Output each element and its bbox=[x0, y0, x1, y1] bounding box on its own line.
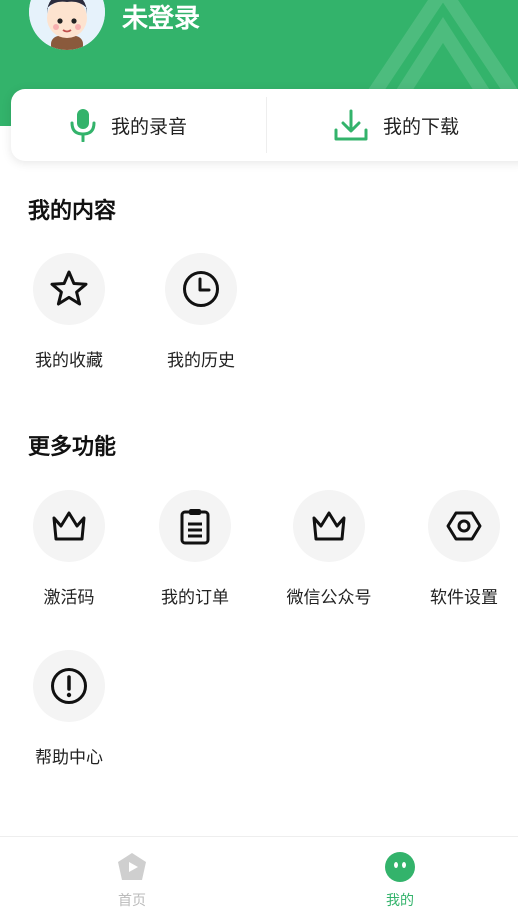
clipboard-icon bbox=[180, 509, 210, 545]
favorites-label: 我的收藏 bbox=[35, 351, 103, 371]
crown-icon bbox=[52, 511, 86, 541]
crown-icon bbox=[312, 511, 346, 541]
bottom-tab-bar: 首页 我的 bbox=[0, 836, 518, 912]
activation-code-icon-wrap bbox=[33, 490, 105, 562]
quick-actions-divider bbox=[266, 97, 267, 153]
my-downloads-label: 我的下载 bbox=[383, 115, 460, 138]
wechat-official-account-icon-wrap bbox=[293, 490, 365, 562]
avatar-face-icon bbox=[29, 0, 105, 50]
my-orders-item[interactable]: 我的订单 bbox=[130, 490, 260, 608]
microphone-icon bbox=[70, 109, 96, 142]
my-recordings-label: 我的录音 bbox=[111, 115, 188, 138]
software-settings-label: 软件设置 bbox=[430, 588, 498, 608]
tab-home[interactable]: 首页 bbox=[92, 851, 172, 910]
activation-code-item[interactable]: 激活码 bbox=[4, 490, 134, 608]
help-center-item[interactable]: 帮助中心 bbox=[4, 650, 134, 768]
home-play-icon bbox=[118, 853, 146, 880]
hexagon-settings-icon bbox=[446, 511, 482, 541]
more-features-title: 更多功能 bbox=[28, 435, 117, 460]
username-label[interactable]: 未登录 bbox=[122, 0, 200, 35]
help-center-icon-wrap bbox=[33, 650, 105, 722]
my-content-title: 我的内容 bbox=[28, 199, 117, 224]
tab-mine-label: 我的 bbox=[386, 893, 414, 909]
tab-mine[interactable]: 我的 bbox=[360, 851, 440, 910]
profile-face-icon bbox=[385, 852, 415, 882]
software-settings-item[interactable]: 软件设置 bbox=[399, 490, 518, 608]
help-center-label: 帮助中心 bbox=[35, 748, 103, 768]
tab-home-label: 首页 bbox=[118, 893, 146, 909]
exclamation-circle-icon bbox=[51, 668, 87, 704]
quick-actions-card: 我的录音 我的下载 bbox=[11, 89, 518, 161]
history-item[interactable]: 我的历史 bbox=[136, 253, 266, 371]
my-recordings-button[interactable]: 我的录音 bbox=[69, 89, 187, 161]
history-label: 我的历史 bbox=[167, 351, 235, 371]
avatar[interactable] bbox=[29, 0, 105, 50]
software-settings-icon-wrap bbox=[428, 490, 500, 562]
my-downloads-button[interactable]: 我的下载 bbox=[333, 89, 459, 161]
clock-icon bbox=[183, 271, 219, 307]
favorites-icon-wrap bbox=[33, 253, 105, 325]
favorites-item[interactable]: 我的收藏 bbox=[4, 253, 134, 371]
my-orders-icon-wrap bbox=[159, 490, 231, 562]
star-icon bbox=[50, 270, 88, 306]
history-icon-wrap bbox=[165, 253, 237, 325]
activation-code-label: 激活码 bbox=[43, 588, 95, 608]
wechat-official-account-label: 微信公众号 bbox=[286, 588, 372, 608]
download-icon bbox=[334, 109, 368, 141]
wechat-official-account-item[interactable]: 微信公众号 bbox=[264, 490, 394, 608]
my-orders-label: 我的订单 bbox=[161, 588, 229, 608]
